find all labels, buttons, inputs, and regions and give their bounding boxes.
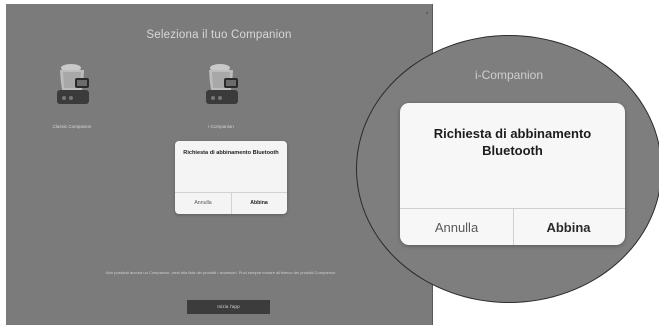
zoom-device-label: i-Companion <box>474 68 544 82</box>
bluetooth-pairing-dialog-zoomed: Richiesta di abbinamento Bluetooth Annul… <box>400 103 625 245</box>
dialog-title: Richiesta di abbinamento Bluetooth <box>433 126 592 158</box>
device-classic-companion[interactable] <box>49 58 95 106</box>
cooking-robot-icon <box>206 64 238 104</box>
magnifier-callout: i-Companion Richiesta di abbinamento Blu… <box>356 35 659 303</box>
device-i-companion[interactable] <box>198 58 244 106</box>
cooking-robot-icon <box>57 64 89 104</box>
footer-info-text: Non possiedi ancora un Companion, vieni … <box>105 270 337 275</box>
cancel-button[interactable]: Annulla <box>175 192 231 214</box>
camera-dot <box>426 12 428 14</box>
cancel-button[interactable]: Annulla <box>400 209 513 245</box>
page-title: Seleziona il tuo Companion <box>146 29 292 41</box>
pair-button[interactable]: Abbina <box>512 209 625 245</box>
dialog-title: Richiesta di abbinamento Bluetooth <box>183 150 279 156</box>
start-app-button[interactable]: Inizia l'app <box>187 300 270 314</box>
device-label-i-companion: i-Companion <box>208 124 234 129</box>
device-label-classic: Classic Companion <box>52 124 92 129</box>
bluetooth-pairing-dialog: Richiesta di abbinamento Bluetooth Annul… <box>175 141 287 214</box>
pair-button[interactable]: Abbina <box>231 192 287 214</box>
